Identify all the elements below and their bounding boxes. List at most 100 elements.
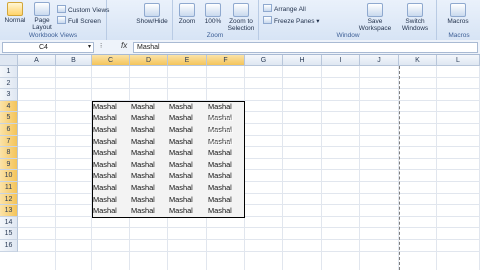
formula-bar-handle-icon: ⁝ [100, 43, 103, 50]
workbook-views-group: Normal Page Layout Custom Views Full Scr… [0, 0, 109, 40]
cell-value[interactable]: Mashal [131, 113, 155, 122]
page-layout-button[interactable]: Page Layout [30, 2, 54, 31]
cell-value[interactable]: Mashal [169, 160, 193, 169]
row-header-2[interactable]: 2 [0, 77, 18, 90]
macros-button[interactable]: Macros [440, 3, 476, 25]
cell-value[interactable]: Mashal [208, 183, 232, 192]
cell-value[interactable]: Mashal [169, 102, 193, 111]
drag-preview-text: Mashal [209, 137, 234, 147]
cell-value[interactable]: Mashal [131, 206, 155, 215]
zoom-to-selection-button[interactable]: Zoom to Selection [225, 3, 257, 32]
zoom-100-button[interactable]: 100% [202, 3, 224, 25]
page-break-line [399, 66, 400, 270]
cell-value[interactable]: Mashal [93, 183, 117, 192]
row-header-6[interactable]: 6 [0, 124, 18, 136]
cell-value[interactable]: Mashal [131, 183, 155, 192]
cell-value[interactable]: Mashal [93, 137, 117, 146]
select-all-corner[interactable] [0, 55, 18, 66]
column-header-e[interactable]: E [168, 55, 207, 66]
gridline-horizontal [18, 134, 480, 136]
custom-views-button[interactable]: Custom Views [57, 5, 109, 14]
column-header-b[interactable]: B [56, 55, 92, 66]
cell-value[interactable]: Mashal [131, 160, 155, 169]
column-header-k[interactable]: K [399, 55, 437, 66]
cell-value[interactable]: Mashal [131, 102, 155, 111]
row-header-8[interactable]: 8 [0, 147, 18, 159]
row-header-4[interactable]: 4 [0, 100, 18, 113]
show-hide-button[interactable]: Show/Hide [134, 3, 170, 25]
window-label: Window [336, 32, 360, 39]
show-hide-group: Show/Hide [132, 0, 173, 40]
cell-value[interactable]: Mashal [131, 195, 155, 204]
row-header-15[interactable]: 15 [0, 228, 18, 240]
gridline-horizontal [18, 99, 480, 101]
row-header-3[interactable]: 3 [0, 89, 18, 101]
column-header-l[interactable]: L [437, 55, 480, 66]
row-header-1[interactable]: 1 [0, 66, 18, 78]
macros-group: Macros Macros [438, 0, 480, 40]
row-header-11[interactable]: 11 [0, 182, 18, 194]
cell-value[interactable]: Mashal [169, 183, 193, 192]
cell-value[interactable]: Mashal [208, 171, 232, 180]
cell-value[interactable]: Mashal [169, 113, 193, 122]
cell-value[interactable]: Mashal [93, 125, 117, 134]
column-header-a[interactable]: A [18, 55, 56, 66]
column-header-f[interactable]: F [207, 55, 245, 66]
cell-value[interactable]: Mashal [208, 102, 232, 111]
cell-value[interactable]: Mashal [169, 171, 193, 180]
normal-view-button[interactable]: Normal [2, 2, 28, 24]
macros-label: Macros [448, 32, 470, 39]
formula-input[interactable]: Mashal [133, 42, 478, 53]
full-screen-button[interactable]: Full Screen [57, 16, 101, 25]
gridline-horizontal [18, 192, 480, 194]
cell-value[interactable]: Mashal [93, 113, 117, 122]
cell-value[interactable]: Mashal [169, 195, 193, 204]
cell-value[interactable]: Mashal [208, 195, 232, 204]
cell-value[interactable]: Mashal [208, 160, 232, 169]
cell-value[interactable]: Mashal [169, 148, 193, 157]
row-header-7[interactable]: 7 [0, 135, 18, 148]
cell-value[interactable]: Mashal [131, 137, 155, 146]
cell-value[interactable]: Mashal [93, 206, 117, 215]
cell-value[interactable]: Mashal [93, 148, 117, 157]
cell-value[interactable]: Mashal [93, 195, 117, 204]
arrange-all-button[interactable]: Arrange All [263, 4, 306, 13]
cell-value[interactable]: Mashal [131, 148, 155, 157]
cell-value[interactable]: Mashal [169, 137, 193, 146]
row-header-9[interactable]: 9 [0, 158, 18, 171]
switch-windows-button[interactable]: Switch Windows [396, 3, 434, 32]
save-workspace-button[interactable]: Save Workspace [358, 3, 392, 32]
row-header-10[interactable]: 10 [0, 170, 18, 182]
row-header-14[interactable]: 14 [0, 216, 18, 229]
cell-value[interactable]: Mashal [93, 171, 117, 180]
spreadsheet-grid[interactable]: A B C D E F G H I J K L 1 2 3 4 5 6 7 8 9 10 11 12 13 14 15 16 Masha… [0, 55, 480, 270]
freeze-panes-button[interactable]: Freeze Panes ▾ [263, 16, 320, 25]
cell-value[interactable]: Mashal [208, 206, 232, 215]
freeze-panes-icon [263, 16, 272, 24]
column-header-c[interactable]: C [92, 55, 130, 66]
column-header-d[interactable]: D [130, 55, 168, 66]
cell-value[interactable]: Mashal [169, 206, 193, 215]
cell-value[interactable]: Mashal [93, 102, 117, 111]
column-header-h[interactable]: H [283, 55, 322, 66]
chevron-down-icon[interactable]: ▾ [88, 43, 91, 52]
row-header-13[interactable]: 13 [0, 205, 18, 217]
switch-windows-icon [407, 3, 423, 17]
zoom-button[interactable]: Zoom [174, 3, 200, 25]
ribbon: Normal Page Layout Custom Views Full Scr… [0, 0, 480, 41]
cell-value[interactable]: Mashal [93, 160, 117, 169]
cell-value[interactable]: Mashal [131, 171, 155, 180]
cell-value[interactable]: Mashal [131, 125, 155, 134]
insert-function-button[interactable]: fx [121, 41, 127, 50]
cell-value[interactable]: Mashal [169, 125, 193, 134]
cell-value[interactable]: Mashal [208, 148, 232, 157]
column-header-g[interactable]: G [245, 55, 283, 66]
row-header-12[interactable]: 12 [0, 193, 18, 206]
row-header-16[interactable]: 16 [0, 240, 18, 252]
name-box[interactable]: C4 ▾ [2, 42, 94, 53]
column-header-j[interactable]: J [360, 55, 399, 66]
zoom-selection-icon [233, 3, 249, 17]
zoom-icon [179, 3, 195, 17]
row-header-5[interactable]: 5 [0, 112, 18, 124]
column-header-i[interactable]: I [322, 55, 360, 66]
